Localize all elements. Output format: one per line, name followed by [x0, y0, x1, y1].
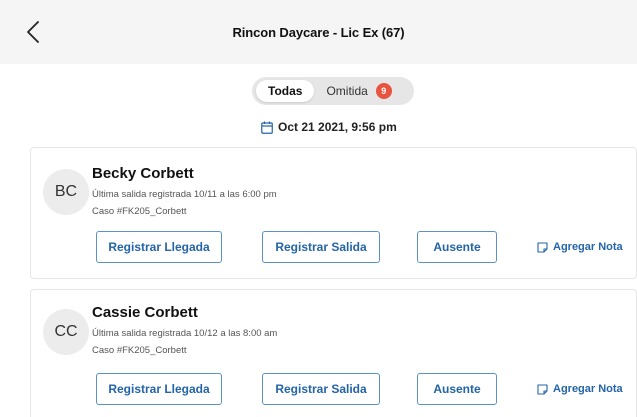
- add-note-label: Agregar Nota: [553, 383, 623, 395]
- tab-todas-label: Todas: [268, 84, 303, 98]
- last-checkout-text: Última salida registrada 10/11 a las 6:0…: [92, 189, 277, 200]
- child-card: BC Becky Corbett Última salida registrad…: [30, 147, 637, 279]
- avatar: BC: [43, 169, 89, 215]
- filter-segmented-control: Todas Omitida 9: [252, 77, 414, 105]
- child-name: Becky Corbett: [92, 165, 194, 182]
- check-out-button[interactable]: Registrar Salida: [262, 231, 380, 263]
- page-title: Rincon Daycare - Lic Ex (67): [232, 24, 405, 40]
- date-display: Oct 21 2021, 9:56 pm: [261, 118, 397, 136]
- calendar-icon: [261, 121, 273, 134]
- last-checkout-text: Última salida registrada 10/12 a las 8:0…: [92, 328, 278, 339]
- omitted-count-badge: 9: [375, 83, 392, 99]
- tab-todas[interactable]: Todas: [256, 80, 315, 102]
- absent-button[interactable]: Ausente: [417, 373, 497, 405]
- child-name: Cassie Corbett: [92, 304, 198, 321]
- add-note-label: Agregar Nota: [553, 241, 623, 253]
- check-in-button[interactable]: Registrar Llegada: [96, 373, 222, 405]
- note-icon: [537, 241, 548, 253]
- back-button[interactable]: [20, 18, 46, 46]
- child-card: CC Cassie Corbett Última salida registra…: [30, 289, 637, 417]
- tab-omitida-label: Omitida: [326, 84, 368, 98]
- add-note-button[interactable]: Agregar Nota: [537, 373, 623, 405]
- check-in-button[interactable]: Registrar Llegada: [96, 231, 222, 263]
- tab-omitida[interactable]: Omitida 9: [314, 80, 397, 102]
- case-number: Caso #FK205_Corbett: [92, 206, 187, 217]
- date-text: Oct 21 2021, 9:56 pm: [278, 120, 397, 134]
- app-header: Rincon Daycare - Lic Ex (67): [0, 0, 637, 64]
- chevron-left-icon: [27, 21, 39, 43]
- add-note-button[interactable]: Agregar Nota: [537, 231, 623, 263]
- case-number: Caso #FK205_Corbett: [92, 345, 187, 356]
- avatar: CC: [43, 309, 89, 355]
- note-icon: [537, 383, 548, 395]
- absent-button[interactable]: Ausente: [417, 231, 497, 263]
- check-out-button[interactable]: Registrar Salida: [262, 373, 380, 405]
